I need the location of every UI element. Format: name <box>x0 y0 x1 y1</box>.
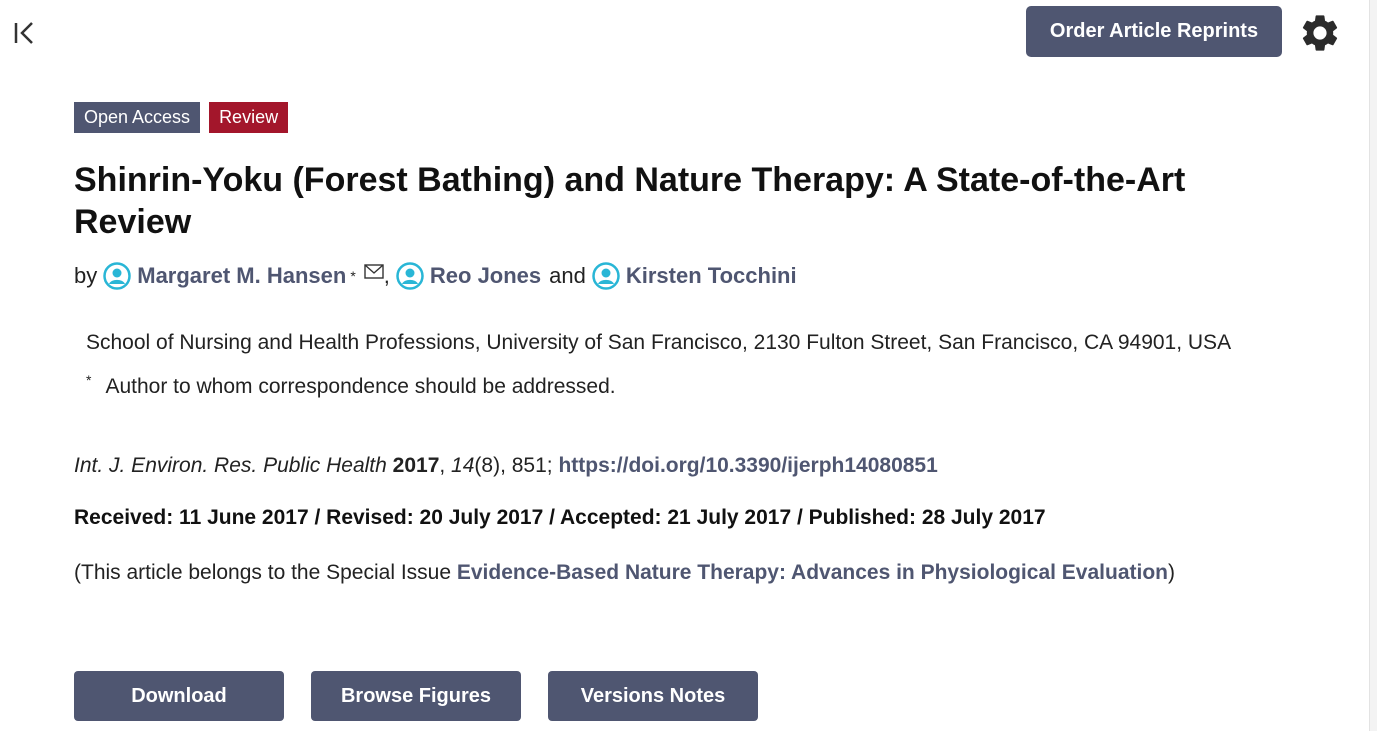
special-issue-prefix: (This article belongs to the Special Iss… <box>74 561 452 584</box>
article-title: Shinrin-Yoku (Forest Bathing) and Nature… <box>74 161 1186 241</box>
author-list: by Margaret M. Hansen * , Reo Jones and <box>74 261 1274 291</box>
special-issue-note: (This article belongs to the Special Iss… <box>74 555 1214 590</box>
author-link-hansen[interactable]: Margaret M. Hansen <box>97 261 346 291</box>
order-reprints-button[interactable]: Order Article Reprints <box>1026 6 1282 57</box>
author-name: Margaret M. Hansen <box>137 263 347 288</box>
by-label: by <box>74 263 98 288</box>
envelope-icon[interactable] <box>364 263 384 279</box>
citation-year: 2017 <box>392 454 440 477</box>
corresponding-marker: * <box>350 268 356 284</box>
citation: Int. J. Environ. Res. Public Health 2017… <box>74 454 938 477</box>
badge-row: Open Access Review <box>74 102 1274 133</box>
scrollbar-track[interactable] <box>1369 0 1377 731</box>
doi-link[interactable]: https://doi.org/10.3390/ijerph14080851 <box>558 454 937 477</box>
citation-issue: (8) <box>474 454 501 477</box>
download-button[interactable]: Download <box>74 671 284 721</box>
article-actions: Download Browse Figures Versions Notes <box>74 671 758 721</box>
special-issue-link[interactable]: Evidence-Based Nature Therapy: Advances … <box>457 561 1168 584</box>
correspondence-marker: * <box>86 372 92 388</box>
author-profile-icon <box>592 262 620 290</box>
journal-name: Int. J. Environ. Res. Public Health <box>74 454 387 477</box>
gear-icon[interactable] <box>1298 11 1342 55</box>
correspondence-note: * Author to whom correspondence should be… <box>86 366 1274 401</box>
author-name: Kirsten Tocchini <box>625 263 797 288</box>
special-issue-suffix: ) <box>1167 561 1175 584</box>
affiliation: School of Nursing and Health Professions… <box>86 331 1232 354</box>
author-link-tocchini[interactable]: Kirsten Tocchini <box>586 261 797 291</box>
review-badge: Review <box>209 102 289 133</box>
author-link-jones[interactable]: Reo Jones <box>390 261 541 291</box>
author-profile-icon <box>396 262 424 290</box>
collapse-left-icon[interactable] <box>10 18 40 48</box>
open-access-badge: Open Access <box>74 102 201 133</box>
citation-pages: , 851; <box>500 454 553 477</box>
versions-notes-button[interactable]: Versions Notes <box>548 671 758 721</box>
citation-volume: 14 <box>451 454 475 477</box>
browse-figures-button[interactable]: Browse Figures <box>311 671 521 721</box>
author-name: Reo Jones <box>429 263 542 288</box>
article-header: Open Access Review Shinrin-Yoku (Forest … <box>74 102 1274 590</box>
correspondence-text: Author to whom correspondence should be … <box>105 375 616 398</box>
publication-dates: Received: 11 June 2017 / Revised: 20 Jul… <box>74 506 1046 529</box>
author-conjunction: and <box>549 263 586 288</box>
author-profile-icon <box>103 262 131 290</box>
